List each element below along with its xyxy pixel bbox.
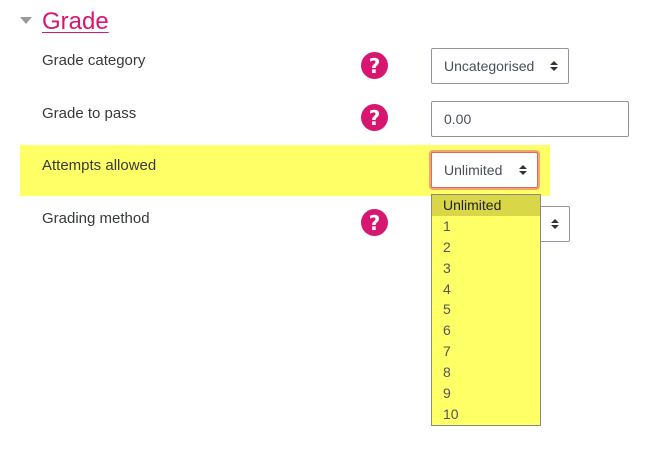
help-icon[interactable]: ? xyxy=(361,52,388,79)
grading-method-label: Grading method xyxy=(42,210,150,227)
dropdown-option[interactable]: Unlimited xyxy=(432,195,540,216)
select-arrows-icon xyxy=(551,219,559,229)
grade-category-select[interactable]: Uncategorised xyxy=(431,48,569,84)
section-title[interactable]: Grade xyxy=(42,8,109,36)
grade-to-pass-label: Grade to pass xyxy=(42,105,137,122)
dropdown-option[interactable]: 4 xyxy=(432,279,540,300)
dropdown-option[interactable]: 6 xyxy=(432,320,540,341)
grade-to-pass-input[interactable]: 0.00 xyxy=(431,101,629,137)
dropdown-option[interactable]: 3 xyxy=(432,258,540,279)
dropdown-option[interactable]: 2 xyxy=(432,237,540,258)
dropdown-option[interactable]: 5 xyxy=(432,299,540,320)
help-icon[interactable]: ? xyxy=(361,104,388,131)
help-icon[interactable]: ? xyxy=(361,209,388,236)
dropdown-option[interactable]: 9 xyxy=(432,383,540,404)
dropdown-option[interactable]: 1 xyxy=(432,216,540,237)
grade-category-label: Grade category xyxy=(42,52,146,69)
dropdown-option[interactable]: 7 xyxy=(432,341,540,362)
help-icon-glyph: ? xyxy=(368,210,381,235)
help-icon-glyph: ? xyxy=(368,105,381,130)
select-arrows-icon xyxy=(550,61,558,71)
help-icon-glyph: ? xyxy=(368,53,381,78)
attempts-dropdown-list[interactable]: Unlimited 1 2 3 4 5 6 7 8 9 10 xyxy=(431,194,541,426)
attempts-allowed-label: Attempts allowed xyxy=(42,157,157,174)
collapse-toggle-icon[interactable] xyxy=(20,17,32,24)
dropdown-option[interactable]: 10 xyxy=(432,404,540,425)
dropdown-option[interactable]: 8 xyxy=(432,362,540,383)
select-arrows-icon xyxy=(519,165,527,175)
attempts-allowed-select[interactable]: Unlimited xyxy=(431,152,538,188)
attempts-allowed-value: Unlimited xyxy=(444,162,503,178)
grade-category-value: Uncategorised xyxy=(444,58,535,74)
